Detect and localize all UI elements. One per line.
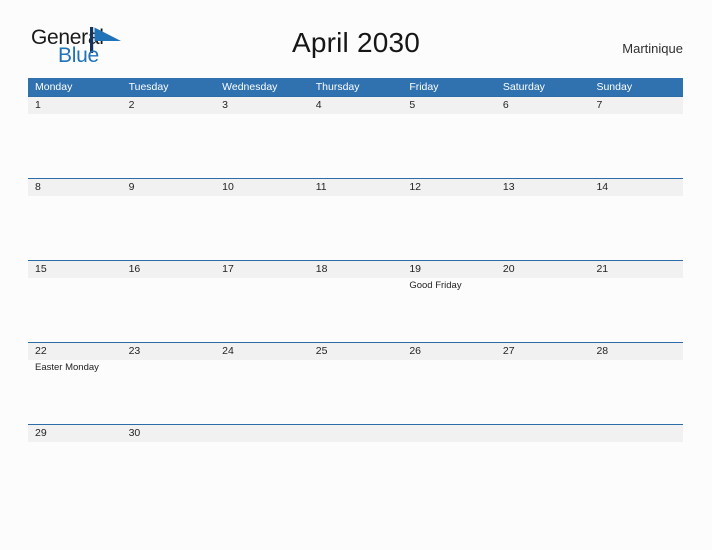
- calendar-day-cell[interactable]: 11: [308, 179, 403, 260]
- day-band: [589, 97, 684, 114]
- day-number: 23: [128, 345, 141, 357]
- calendar-day-cell[interactable]: 19 Good Friday: [402, 261, 496, 342]
- calendar-day-cell[interactable]: 30: [121, 425, 216, 506]
- calendar-day-cell[interactable]: 21: [589, 261, 684, 342]
- day-number: 6: [502, 99, 509, 111]
- weekday-header-sunday: Sunday: [596, 81, 633, 93]
- calendar-day-cell-empty: [402, 425, 496, 506]
- day-band: [215, 97, 309, 114]
- day-number: 19: [409, 263, 421, 275]
- calendar-day-cell[interactable]: 1: [28, 97, 122, 178]
- calendar-day-cell[interactable]: 8: [28, 179, 122, 260]
- day-band: [308, 425, 403, 442]
- day-number: 30: [128, 427, 141, 439]
- calendar-day-cell[interactable]: 23: [121, 343, 216, 424]
- day-number: 3: [222, 99, 228, 111]
- calendar-day-cell[interactable]: 25: [308, 343, 403, 424]
- day-number: 5: [409, 99, 416, 111]
- day-number: 18: [315, 263, 328, 275]
- day-number: 25: [315, 345, 328, 357]
- day-number: 2: [128, 99, 135, 111]
- day-band: [495, 97, 590, 114]
- calendar-day-cell[interactable]: 6: [495, 97, 590, 178]
- calendar-day-cell[interactable]: 24: [215, 343, 309, 424]
- calendar-day-cell[interactable]: 3: [215, 97, 309, 178]
- calendar-day-cell[interactable]: 13: [495, 179, 590, 260]
- day-number: 17: [222, 263, 234, 275]
- day-band: [308, 97, 403, 114]
- day-number: 8: [35, 181, 41, 193]
- day-number: 4: [315, 99, 322, 111]
- calendar-week-row: 1 2 3 4 5 6 7: [28, 96, 684, 178]
- calendar-day-cell[interactable]: 9: [121, 179, 216, 260]
- calendar-day-cell[interactable]: 22 Easter Monday: [28, 343, 122, 424]
- day-band: [402, 425, 496, 442]
- day-event: Good Friday: [409, 280, 462, 291]
- location-label: Martinique: [622, 41, 683, 56]
- day-number: 29: [35, 427, 47, 439]
- day-number: 15: [35, 263, 47, 275]
- day-number: 12: [409, 181, 421, 193]
- day-band: [589, 425, 684, 442]
- day-event: Easter Monday: [35, 362, 99, 373]
- calendar-day-cell[interactable]: 18: [308, 261, 403, 342]
- calendar-day-cell[interactable]: 10: [215, 179, 309, 260]
- calendar-day-cell-empty: [308, 425, 403, 506]
- page-title: April 2030: [291, 27, 421, 58]
- day-band: [495, 425, 590, 442]
- calendar-day-cell[interactable]: 28: [589, 343, 684, 424]
- day-number: 11: [315, 181, 327, 193]
- day-band: [121, 179, 216, 196]
- calendar-page: General Blue April 2030 Martinique Monda…: [0, 0, 712, 550]
- weekday-header-tuesday: Tuesday: [128, 81, 169, 93]
- calendar-week-row: 15 16 17 18 19 Good Friday 20 21: [28, 260, 684, 342]
- day-number: 7: [596, 99, 603, 111]
- calendar-day-cell[interactable]: 15: [28, 261, 122, 342]
- day-number: 14: [596, 181, 609, 193]
- page-header: General Blue April 2030 Martinique: [0, 0, 712, 70]
- calendar-day-cell[interactable]: 4: [308, 97, 403, 178]
- day-number: 26: [409, 345, 421, 357]
- calendar-day-cell-empty: [589, 425, 684, 506]
- day-band: [28, 179, 122, 196]
- calendar-day-cell[interactable]: 14: [589, 179, 684, 260]
- day-number: 28: [596, 345, 609, 357]
- calendar-grid: Monday Tuesday Wednesday Thursday Friday…: [28, 78, 684, 506]
- day-number: 16: [128, 263, 141, 275]
- calendar-day-cell[interactable]: 12: [402, 179, 496, 260]
- day-number: 13: [502, 181, 515, 193]
- calendar-day-cell[interactable]: 26: [402, 343, 496, 424]
- weekday-header-wednesday: Wednesday: [222, 81, 278, 93]
- day-number: 21: [596, 263, 609, 275]
- calendar-day-cell[interactable]: 29: [28, 425, 122, 506]
- calendar-day-cell[interactable]: 27: [495, 343, 590, 424]
- day-number: 1: [35, 99, 41, 111]
- weekday-header-saturday: Saturday: [502, 81, 545, 93]
- day-number: 10: [222, 181, 234, 193]
- day-number: 9: [128, 181, 135, 193]
- calendar-day-cell[interactable]: 5: [402, 97, 496, 178]
- calendar-week-row: 22 Easter Monday 23 24 25 26 27 28: [28, 342, 684, 424]
- calendar-week-row: 8 9 10 11 12 13 14: [28, 178, 684, 260]
- day-number: 27: [502, 345, 515, 357]
- calendar-day-cell-empty: [215, 425, 309, 506]
- day-band: [215, 425, 309, 442]
- calendar-day-cell[interactable]: 17: [215, 261, 309, 342]
- weekday-header-friday: Friday: [409, 81, 439, 93]
- day-band: [121, 97, 216, 114]
- weekday-header-thursday: Thursday: [315, 81, 360, 93]
- calendar-week-row: 29 30: [28, 424, 684, 506]
- day-number: 24: [222, 345, 234, 357]
- weekday-header-row: Monday Tuesday Wednesday Thursday Friday…: [28, 78, 683, 96]
- day-number: 20: [502, 263, 515, 275]
- calendar-day-cell[interactable]: 2: [121, 97, 216, 178]
- calendar-day-cell[interactable]: 16: [121, 261, 216, 342]
- weekday-header-monday: Monday: [35, 81, 73, 93]
- calendar-day-cell[interactable]: 7: [589, 97, 684, 178]
- day-band: [402, 97, 496, 114]
- calendar-day-cell[interactable]: 20: [495, 261, 590, 342]
- calendar-day-cell-empty: [495, 425, 590, 506]
- day-band: [28, 97, 122, 114]
- day-number: 22: [35, 345, 47, 357]
